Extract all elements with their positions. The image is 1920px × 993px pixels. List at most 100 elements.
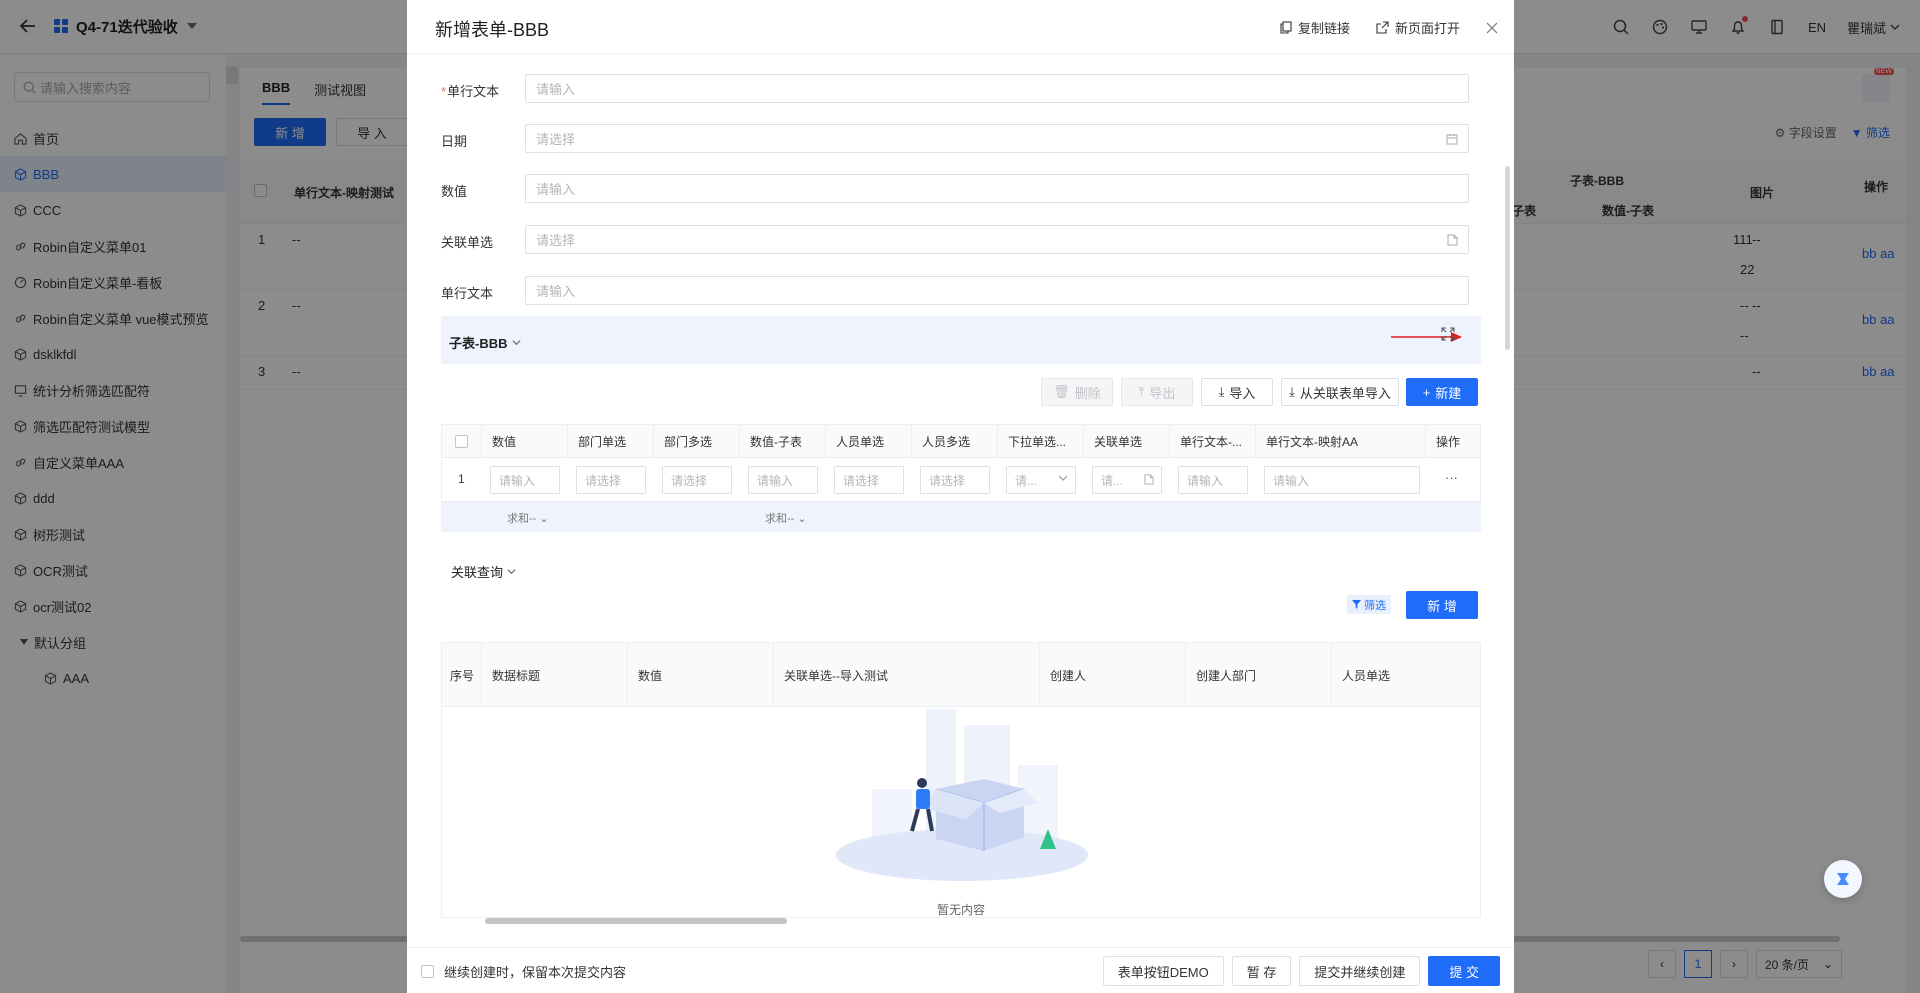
input-placeholder: 请输入: [536, 284, 576, 299]
empty-state-text: 暂无内容: [936, 903, 985, 917]
col-header: 人员单选: [1342, 668, 1391, 683]
copy-link-button[interactable]: 复制链接: [1280, 18, 1350, 37]
number-input[interactable]: 请输入: [525, 174, 1469, 203]
input-placeholder: 请选择: [536, 233, 576, 248]
keep-content-option[interactable]: 继续创建时，保留本次提交内容: [421, 962, 626, 981]
submit-button[interactable]: 提 交: [1428, 956, 1500, 986]
text-input[interactable]: 请输入: [525, 74, 1469, 103]
vertical-scrollbar[interactable]: [1505, 166, 1510, 350]
relation-add-button[interactable]: 新 增: [1406, 591, 1478, 619]
user-multi-select[interactable]: 请选择: [920, 466, 990, 494]
sub-number-input[interactable]: 请输入: [748, 466, 818, 494]
copy-link-label: 复制链接: [1297, 21, 1350, 36]
field-label: *单行文本: [441, 81, 499, 100]
filter-label: 筛选: [1364, 599, 1386, 612]
number-input[interactable]: 请输入: [490, 466, 560, 494]
filter-icon: [1352, 600, 1361, 609]
input-placeholder: 请输入: [536, 182, 576, 197]
select-all-checkbox[interactable]: [455, 434, 468, 448]
open-new-page-button[interactable]: 新页面打开: [1376, 18, 1460, 37]
form-row-relation: 关联单选 请选择: [441, 225, 1481, 255]
form-dialog: 新增表单-BBB 复制链接 新页面打开 *单行文本 请输入 日期 请选择 数值 …: [407, 0, 1514, 993]
sum-label: 求和--: [765, 513, 795, 525]
relation-filter-button[interactable]: 筛选: [1347, 595, 1391, 614]
col-header: 人员单选: [826, 425, 912, 457]
export-button[interactable]: ⤒ 导出: [1121, 378, 1193, 406]
document-icon: [1447, 234, 1458, 246]
text-input[interactable]: 请输入: [525, 276, 1469, 305]
download-icon: ⤓: [1289, 384, 1295, 399]
plus-icon: +: [1422, 384, 1431, 400]
open-new-page-label: 新页面打开: [1394, 21, 1460, 36]
col-header: 操作: [1436, 434, 1461, 449]
relation-select[interactable]: 请...: [1092, 466, 1162, 494]
download-icon: ⤓: [1218, 384, 1225, 399]
subtable-header-row: 数值 部门单选 部门多选 数值-子表 人员单选 人员多选 下拉单选... 关联单…: [441, 424, 1481, 458]
relation-horizontal-scrollbar[interactable]: [485, 918, 787, 924]
form-row-date: 日期 请选择: [441, 124, 1481, 154]
form-row-number: 数值 请输入: [441, 174, 1481, 204]
relation-table: 序号 数据标题 数值 关联单选--导入测试 创建人 创建人部门 人员单选 暂无内…: [441, 642, 1481, 918]
dropdown-select[interactable]: 请...: [1006, 466, 1076, 494]
subtable-summary-row: 求和-- ⌄ 求和-- ⌄: [441, 502, 1481, 532]
trash-icon: 🗑: [1053, 384, 1070, 399]
input-placeholder: 请输入: [536, 82, 576, 97]
col-header: 数值-子表: [740, 425, 826, 457]
select-all-cell: [442, 425, 482, 457]
date-picker[interactable]: 请选择: [525, 124, 1469, 153]
relation-query-toggle[interactable]: 关联查询: [451, 562, 516, 581]
col-header: 数据标题: [482, 643, 628, 707]
import-from-relation-button[interactable]: ⤓ 从关联表单导入: [1281, 378, 1399, 406]
col-header: 部门单选: [568, 425, 654, 457]
required-mark: *: [441, 84, 447, 99]
close-icon[interactable]: [1486, 22, 1498, 34]
col-header: 数值: [628, 643, 774, 707]
text-mapping-input[interactable]: 请输入: [1264, 466, 1420, 494]
field-label: 关联单选: [441, 235, 494, 250]
document-icon: [1144, 474, 1154, 485]
fullscreen-icon[interactable]: [1441, 327, 1455, 341]
dialog-title: 新增表单-BBB: [435, 20, 550, 40]
dialog-footer: 继续创建时，保留本次提交内容 表单按钮DEMO 暂 存 提交并继续创建 提 交: [407, 947, 1514, 993]
dept-select[interactable]: 请选择: [576, 466, 646, 494]
form-row-text-2: 单行文本 请输入: [441, 276, 1481, 306]
field-label: 数值: [441, 184, 468, 199]
chevron-down-icon: [511, 340, 521, 346]
import-label: 导入: [1229, 385, 1256, 401]
copy-icon: [1280, 21, 1292, 34]
delete-button[interactable]: 🗑 删除: [1041, 378, 1113, 406]
relation-select[interactable]: 请选择: [525, 225, 1469, 254]
dept-multi-select[interactable]: 请选择: [662, 466, 732, 494]
col-header: 人员多选: [912, 425, 998, 457]
field-label-text: 单行文本: [447, 84, 500, 99]
upload-icon: ⤒: [1138, 384, 1145, 399]
subtable-toggle[interactable]: 子表-BBB: [449, 333, 521, 352]
sum-select[interactable]: 求和-- ⌄: [765, 510, 807, 526]
keep-content-checkbox[interactable]: [421, 965, 434, 978]
col-header: 序号: [442, 643, 482, 707]
submit-continue-button[interactable]: 提交并继续创建: [1299, 956, 1421, 986]
user-select[interactable]: 请选择: [834, 466, 904, 494]
text-input[interactable]: 请输入: [1178, 466, 1248, 494]
relation-table-header: 序号 数据标题 数值 关联单选--导入测试 创建人 创建人部门 人员单选: [442, 643, 1480, 707]
create-row-button[interactable]: + 新建: [1406, 378, 1478, 406]
import-relation-label: 从关联表单导入: [1299, 385, 1391, 401]
calendar-icon: [1446, 133, 1458, 145]
col-header: 部门多选: [654, 425, 740, 457]
col-header: 下拉单选...: [998, 425, 1084, 457]
assistant-icon: [1837, 873, 1849, 885]
assistant-float-button[interactable]: [1824, 860, 1862, 898]
input-placeholder: 请选择: [536, 132, 576, 147]
import-button[interactable]: ⤓ 导入: [1201, 378, 1273, 406]
col-header: 数值: [482, 425, 568, 457]
col-header: 单行文本-映射AA: [1256, 425, 1426, 457]
more-icon[interactable]: ···: [1445, 470, 1458, 485]
col-header: 关联单选: [1084, 425, 1170, 457]
external-link-icon: [1376, 21, 1389, 34]
input-placeholder: 请...: [1015, 473, 1038, 488]
input-placeholder: 请...: [1101, 473, 1124, 488]
form-demo-button[interactable]: 表单按钮DEMO: [1102, 956, 1224, 986]
save-draft-button[interactable]: 暂 存: [1231, 956, 1292, 986]
chevron-down-icon: [1058, 473, 1068, 483]
sum-select[interactable]: 求和-- ⌄: [507, 510, 549, 526]
